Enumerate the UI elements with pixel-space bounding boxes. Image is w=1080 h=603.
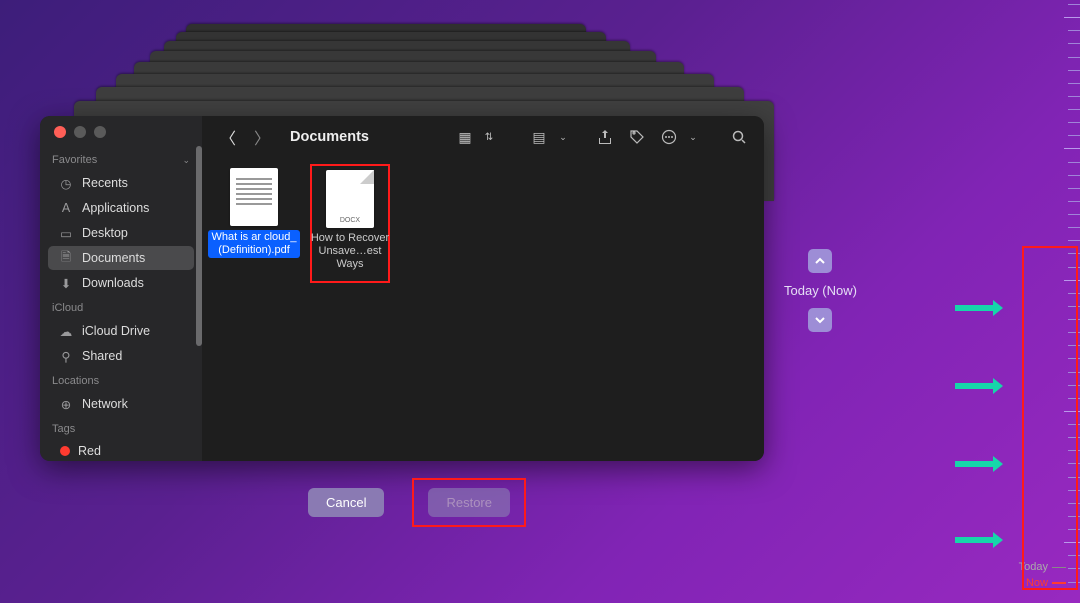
file-name: What is ar cloud_ (Definition).pdf [208,230,300,258]
tag-dot-red-icon [60,446,70,456]
sidebar-item-recents[interactable]: ◷ Recents [48,171,194,195]
tag-button[interactable] [626,126,648,148]
forward-button[interactable]: 〉 [250,123,274,151]
file-thumbnail-docx-icon [326,170,374,228]
time-machine-stack [64,24,764,124]
sidebar-item-label: Shared [82,349,122,363]
annotation-arrow-4 [955,532,1003,548]
file-thumbnail-pdf-icon [230,168,278,226]
network-icon: ⊕ [58,396,74,412]
back-button[interactable]: 〈 [216,123,240,151]
file-name: How to Recover Unsave…est Ways [304,232,396,271]
chevron-down-icon: ⌄ [682,126,704,148]
sidebar-item-network[interactable]: ⊕ Network [48,392,194,416]
actions-menu-button[interactable]: ⌄ [658,126,704,148]
window-title: Documents [290,129,369,145]
sidebar-group-icloud: iCloud [40,296,202,318]
annotation-timeline-highlight [1022,246,1078,590]
cloud-icon: ☁ [58,323,74,339]
sidebar-item-label: Network [82,397,128,411]
sidebar-group-tags-label: Tags [52,423,75,435]
fullscreen-window-button[interactable] [94,126,106,138]
chevron-down-icon[interactable]: ⌄ [182,155,190,166]
annotation-arrow-3 [955,456,1003,472]
group-by-button[interactable]: ▤ ⌄ [528,126,574,148]
annotation-restore-highlight: Restore [412,478,526,527]
file-item[interactable]: How to Recover Unsave…est Ways [310,164,390,283]
sidebar-item-shared[interactable]: ⚲ Shared [48,344,194,368]
clock-icon: ◷ [58,175,74,191]
time-machine-nav: Today (Now) [784,249,857,332]
time-machine-buttons: Cancel Restore [308,478,526,527]
sidebar-group-favorites: Favorites ⌄ [40,148,202,170]
time-machine-current-label: Today (Now) [784,283,857,298]
desktop-icon: ▭ [58,225,74,241]
sidebar-item-label: Downloads [82,276,144,290]
share-button[interactable] [594,126,616,148]
sidebar-item-desktop[interactable]: ▭ Desktop [48,221,194,245]
annotation-arrow-1 [955,300,1003,316]
shared-icon: ⚲ [58,348,74,364]
sidebar-item-icloud-drive[interactable]: ☁ iCloud Drive [48,319,194,343]
time-machine-up-button[interactable] [808,249,832,273]
sidebar-item-label: Red [78,444,101,458]
downloads-icon: ⬇ [58,275,74,291]
close-window-button[interactable] [54,126,66,138]
document-icon: 🗎 [58,250,74,266]
sidebar-item-label: Applications [82,201,149,215]
time-machine-down-button[interactable] [808,308,832,332]
sidebar-item-label: Recents [82,176,128,190]
ellipsis-circle-icon [658,126,680,148]
sidebar-group-favorites-label: Favorites [52,154,97,166]
sidebar-item-label: Desktop [82,226,128,240]
sidebar-item-downloads[interactable]: ⬇ Downloads [48,271,194,295]
window-controls [40,126,202,148]
applications-icon: A [58,200,74,216]
sidebar-item-documents[interactable]: 🗎 Documents [48,246,194,270]
file-grid[interactable]: What is ar cloud_ (Definition).pdf How t… [202,158,764,461]
sidebar-group-tags: Tags [40,417,202,439]
search-button[interactable] [728,126,750,148]
grid-icon: ▦ [454,126,476,148]
toolbar: 〈 〉 Documents ▦ ⇅ ▤ ⌄ ⌄ [202,116,764,158]
sidebar-scrollbar[interactable] [196,146,202,461]
chevron-updown-icon: ⇅ [478,126,500,148]
sidebar: Favorites ⌄ ◷ Recents A Applications ▭ D… [40,116,202,461]
sidebar-group-icloud-label: iCloud [52,302,83,314]
view-mode-icon-grid[interactable]: ▦ ⇅ [454,126,500,148]
sidebar-group-locations: Locations [40,369,202,391]
sidebar-item-applications[interactable]: A Applications [48,196,194,220]
sidebar-item-tag-red[interactable]: Red [48,440,194,461]
cancel-button[interactable]: Cancel [308,488,384,517]
finder-main: 〈 〉 Documents ▦ ⇅ ▤ ⌄ ⌄ [202,116,764,461]
annotation-arrow-2 [955,378,1003,394]
group-icon: ▤ [528,126,550,148]
minimize-window-button[interactable] [74,126,86,138]
sidebar-item-label: Documents [82,251,145,265]
sidebar-item-label: iCloud Drive [82,324,150,338]
finder-window: Favorites ⌄ ◷ Recents A Applications ▭ D… [40,116,764,461]
file-item[interactable]: What is ar cloud_ (Definition).pdf [214,168,294,258]
chevron-down-icon: ⌄ [552,126,574,148]
sidebar-group-locations-label: Locations [52,375,99,387]
restore-button[interactable]: Restore [428,488,510,517]
